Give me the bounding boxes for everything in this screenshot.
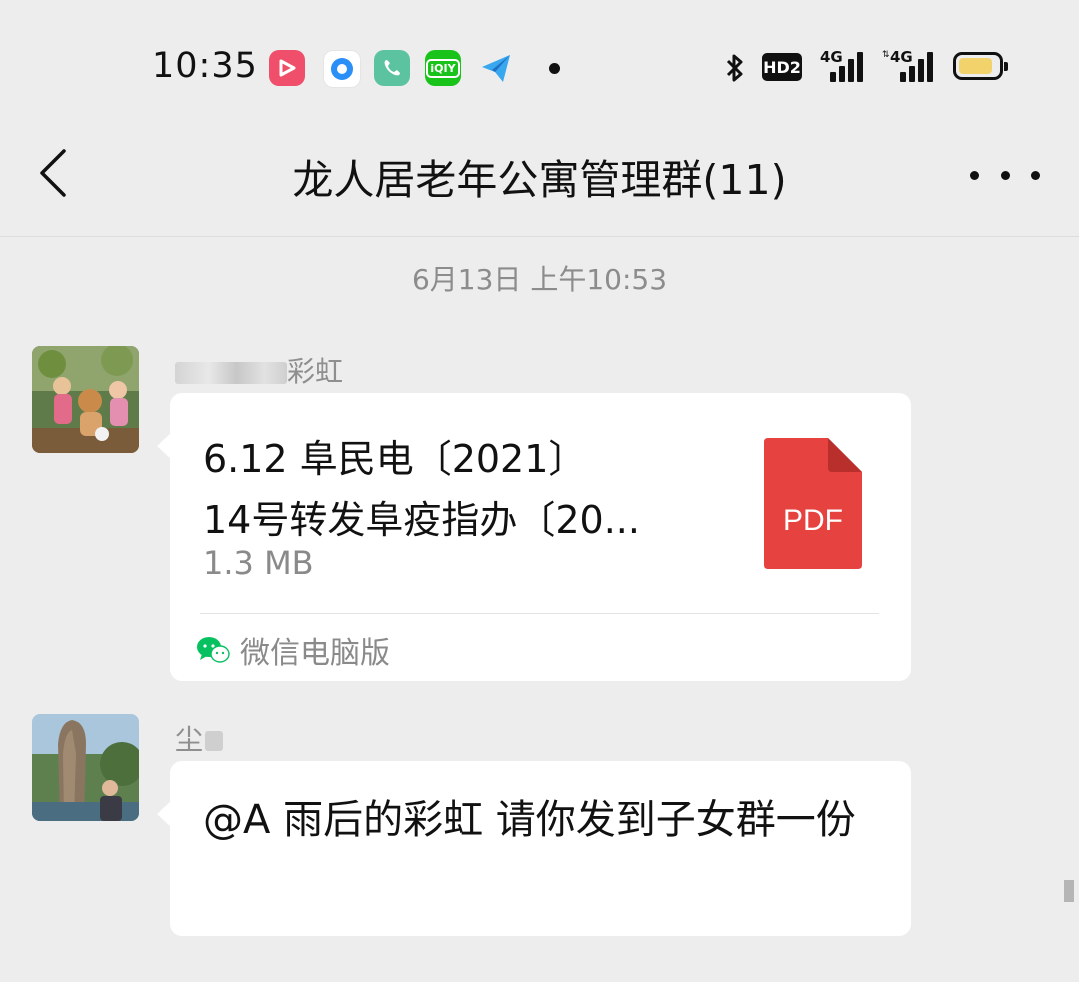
file-size: 1.3 MB [203,544,314,582]
status-time: 10:35 [152,46,258,86]
paper-plane-app-icon [478,50,514,86]
blurred-name-suffix [205,731,224,751]
file-source: 微信电脑版 [196,630,390,671]
iqiyi-app-icon: iQIY [425,50,461,86]
sender-name: 彩虹 [175,350,343,390]
avatar[interactable] [32,346,139,453]
wechat-icon [197,637,230,663]
browser-app-icon [323,50,361,88]
ellipsis-icon [970,170,979,180]
chat-title: 龙人居老年公寓管理群(11) [292,156,787,204]
signal-2-icon: 4G ⇅ [882,48,936,82]
blurred-name-prefix [175,362,287,384]
chat-header: 龙人居老年公寓管理群(11) [0,120,1079,237]
video-app-icon [269,50,305,86]
signal-1-icon: 4G [820,48,866,82]
message-timestamp: 6月13日 上午10:53 [411,263,668,296]
sender-name: 尘 [175,718,224,758]
avatar[interactable] [32,714,139,821]
divider [200,613,879,614]
file-name: 6.12 阜民电〔2021〕 14号转发阜疫指办〔20... [203,437,640,542]
battery-icon [953,52,1008,80]
pdf-file-icon: PDF [764,438,862,569]
scroll-indicator [1064,880,1074,902]
file-message-bubble[interactable]: 6.12 阜民电〔2021〕 14号转发阜疫指办〔20... 1.3 MB PD… [157,393,911,681]
phone-app-icon [374,50,410,86]
notification-dot [549,63,560,74]
more-button[interactable] [970,160,1040,190]
text-message-bubble[interactable]: @A 雨后的彩虹 请你发到子女群一份 [157,761,911,936]
bluetooth-icon [722,52,748,88]
status-bar: 10:35 iQIY HD2 4G 4G ⇅ [0,0,1079,120]
svg-text:PDF: PDF [783,504,843,537]
message-text: @A 雨后的彩虹 请你发到子女群一份 [203,797,856,843]
hd-voice-badge: HD2 [762,53,802,81]
